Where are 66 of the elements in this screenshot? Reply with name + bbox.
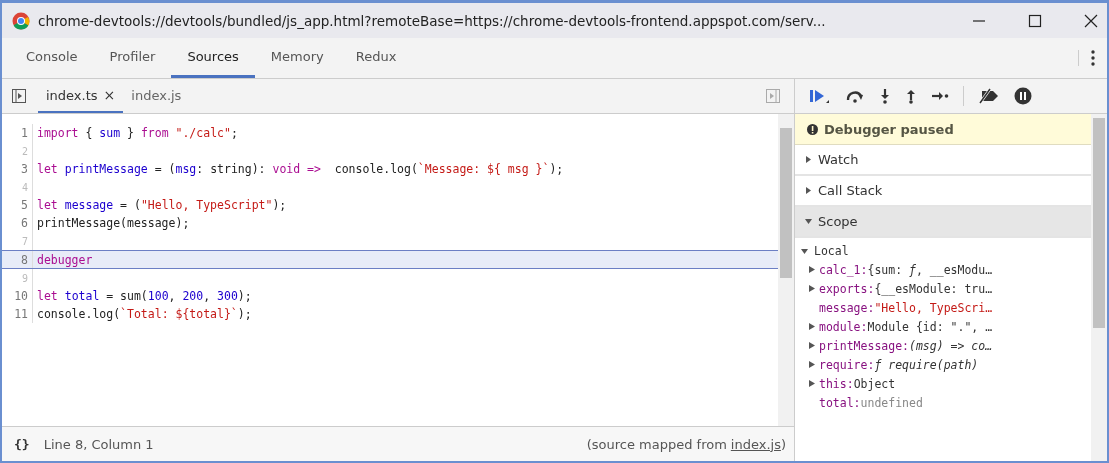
code-line: import { sum } from "./calc"; xyxy=(36,126,238,140)
more-options-icon[interactable] xyxy=(1078,50,1095,66)
close-icon[interactable] xyxy=(1083,12,1099,29)
navigator-toggle-icon[interactable] xyxy=(12,89,26,103)
collapsed-triangle-icon xyxy=(809,266,815,273)
banner-text: Debugger paused xyxy=(824,121,954,137)
scope-property[interactable]: calc_1:{sum: ƒ, __esModu… xyxy=(801,260,1091,279)
scope-property[interactable]: total:undefined xyxy=(801,393,1091,412)
expanded-triangle-icon xyxy=(801,247,808,255)
source-link[interactable]: index.js xyxy=(730,436,781,452)
step-out-icon[interactable] xyxy=(905,88,917,104)
info-icon xyxy=(807,123,818,135)
line-number: 6 xyxy=(2,214,33,232)
scope-property[interactable]: this:Object xyxy=(801,374,1091,393)
scope-property[interactable]: message:"Hello, TypeScri… xyxy=(801,298,1091,317)
scope-property[interactable]: exports:{__esModule: tru… xyxy=(801,279,1091,298)
step-into-icon[interactable] xyxy=(879,88,891,104)
code-line: debugger xyxy=(36,252,93,267)
browser-logo-icon xyxy=(12,11,30,30)
code-line: printMessage(message); xyxy=(36,216,190,230)
panel-tab[interactable]: Redux xyxy=(339,38,413,78)
line-number: 2 xyxy=(2,142,33,160)
line-number: 9 xyxy=(2,269,33,287)
code-line: let printMessage = (msg: string): void => console.log(`Message: ${ msg }`); xyxy=(36,162,564,176)
window-title: chrome-devtools://devtools/bundled/js_app.html?remoteBase=https://chrome-devtools-frontend.appspot.com/serv... xyxy=(38,12,827,29)
pause-icon[interactable] xyxy=(1014,87,1032,105)
step-icon[interactable] xyxy=(931,91,949,101)
resume-icon[interactable] xyxy=(809,88,831,104)
panel-tab[interactable]: Console xyxy=(10,38,94,78)
line-number: 5 xyxy=(2,196,33,214)
file-tab[interactable]: index.ts × xyxy=(38,79,124,113)
line-number: 1 xyxy=(2,124,33,142)
pane-header[interactable]: Scope xyxy=(795,207,1091,238)
maximize-icon[interactable] xyxy=(1027,12,1043,29)
deactivate-breakpoints-icon[interactable] xyxy=(978,88,1000,104)
collapsed-triangle-icon xyxy=(805,187,812,194)
expanded-triangle-icon xyxy=(805,218,812,225)
code-line: let message = ("Hello, TypeScript"); xyxy=(36,198,287,212)
collapsed-triangle-icon xyxy=(809,380,815,387)
line-number: 11 xyxy=(2,305,33,323)
collapsed-triangle-icon xyxy=(809,342,815,349)
collapsed-triangle-icon xyxy=(809,285,815,292)
code-line: console.log(`Total: ${total}`); xyxy=(36,307,252,321)
closing-paren: ) xyxy=(780,436,786,452)
sidebar-toggle-icon[interactable] xyxy=(766,89,780,103)
source-map-note: (source mapped from xyxy=(586,436,727,452)
code-line: let total = sum(100, 200, 300); xyxy=(36,289,252,303)
step-over-icon[interactable] xyxy=(845,89,865,103)
scrollbar[interactable] xyxy=(1091,114,1107,461)
format-button[interactable]: {} xyxy=(14,436,30,452)
line-number: 8 xyxy=(2,251,33,268)
file-tab[interactable]: index.js xyxy=(123,79,190,113)
scope-property[interactable]: printMessage:(msg) => co… xyxy=(801,336,1091,355)
line-number: 3 xyxy=(2,160,33,178)
cursor-position: Line 8, Column 1 xyxy=(43,436,154,452)
panel-tab[interactable]: Memory xyxy=(254,38,340,78)
scrollbar[interactable] xyxy=(778,114,794,426)
scope-property[interactable]: module:Module {id: ".", … xyxy=(801,317,1091,336)
line-number: 4 xyxy=(2,178,33,196)
collapsed-triangle-icon xyxy=(805,156,812,163)
line-number: 10 xyxy=(2,287,33,305)
panel-tab[interactable]: Profiler xyxy=(93,38,172,78)
collapsed-triangle-icon xyxy=(809,361,815,368)
scope-group[interactable]: Local xyxy=(801,242,1091,260)
scope-property[interactable]: require:ƒ require(path) xyxy=(801,355,1091,374)
collapsed-triangle-icon xyxy=(809,323,815,330)
